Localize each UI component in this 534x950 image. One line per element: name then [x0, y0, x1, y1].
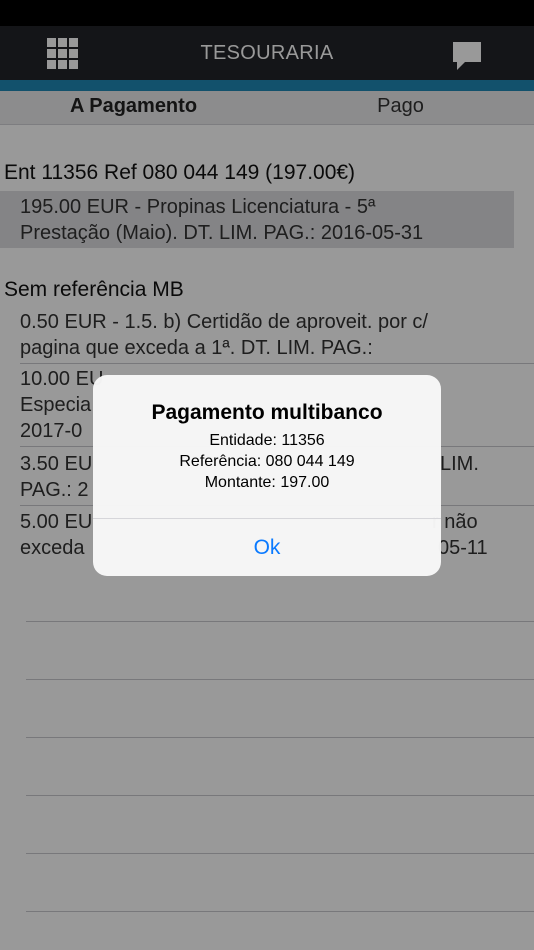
payment-alert-dialog: Pagamento multibanco Entidade: 11356 Ref… — [93, 375, 441, 576]
alert-referencia: Referência: 080 044 149 — [179, 453, 355, 470]
ok-button[interactable]: Ok — [93, 519, 441, 576]
alert-title: Pagamento multibanco — [151, 401, 383, 424]
alert-entidade: Entidade: 11356 — [209, 432, 325, 449]
alert-montante: Montante: 197.00 — [204, 474, 330, 491]
